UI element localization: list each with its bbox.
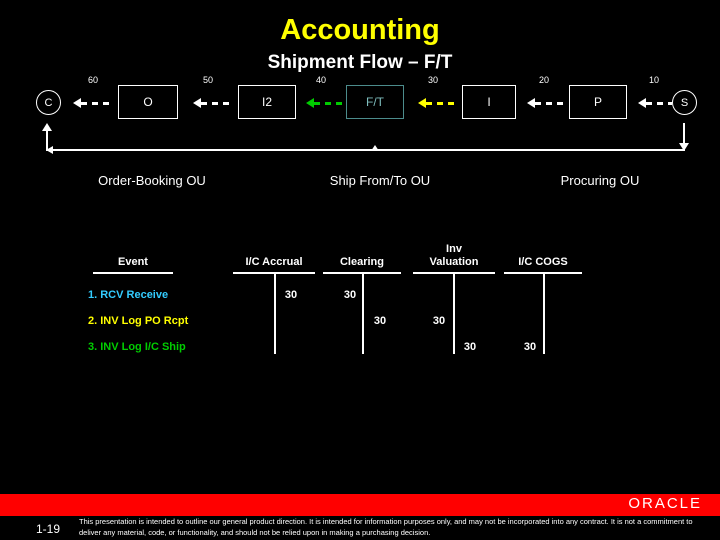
ledger-column-header-inv-valuation: Inv Valuation xyxy=(413,243,495,269)
flow-arrow-label-20: 20 xyxy=(538,75,549,85)
ledger-amount-r2-inv-valuation-debit: 30 xyxy=(432,315,446,327)
ledger-column-header-event: Event xyxy=(118,256,148,268)
flow-node-p-label: P xyxy=(593,95,602,109)
disclaimer-text: This presentation is intended to outline… xyxy=(79,517,693,537)
flow-arrow-40 xyxy=(306,98,346,108)
arrow-dash-40 xyxy=(314,102,346,105)
ou-label-ship-from-to: Ship From/To OU xyxy=(329,173,431,188)
bracket-span-left-arrowhead xyxy=(46,146,53,154)
arrow-head-10 xyxy=(638,98,646,108)
ledger-rule-event xyxy=(93,272,173,274)
slide-subtitle: Shipment Flow – F/T xyxy=(267,52,453,73)
flow-node-o-label: O xyxy=(143,95,153,109)
bracket-left-arrowhead xyxy=(42,123,52,131)
flow-node-c: C xyxy=(36,90,61,115)
arrow-head-50 xyxy=(193,98,201,108)
slide-title: Accounting xyxy=(280,14,440,46)
flow-arrow-60 xyxy=(73,98,113,108)
arrow-head-60 xyxy=(73,98,81,108)
flow-node-o: O xyxy=(118,85,178,119)
flow-node-i2-label: I2 xyxy=(261,95,272,109)
ledger-vline-ic-cogs xyxy=(543,272,545,354)
arrow-dash-30 xyxy=(426,102,458,105)
flow-node-i: I xyxy=(462,85,516,119)
ledger-column-header-clearing: Clearing xyxy=(339,256,384,268)
flow-node-ft-label: F/T xyxy=(366,95,384,109)
ledger-row-event-2: 2. INV Log PO Rcpt xyxy=(88,315,189,327)
arrow-head-20 xyxy=(527,98,535,108)
ledger-amount-r3-ic-cogs-debit: 30 xyxy=(523,341,537,353)
ledger-vline-accrual xyxy=(274,272,276,354)
flow-node-p: P xyxy=(569,85,627,119)
ledger-vline-clearing xyxy=(362,272,364,354)
ledger-vline-inv-valuation xyxy=(453,272,455,354)
inv-valuation-line2: Valuation xyxy=(429,256,479,268)
flow-node-ft: F/T xyxy=(346,85,404,119)
flow-arrow-label-50: 50 xyxy=(202,75,213,85)
ledger-row-event-3: 3. INV Log I/C Ship xyxy=(88,341,186,353)
arrow-dash-60 xyxy=(81,102,113,105)
flow-node-s-label: S xyxy=(680,96,689,109)
ledger-column-header-ic-cogs: I/C COGS xyxy=(518,256,568,268)
inv-valuation-line1: Inv xyxy=(446,243,462,255)
arrow-head-30 xyxy=(418,98,426,108)
ledger-row-event-1: 1. RCV Receive xyxy=(88,289,169,301)
ledger-amount-r3-inv-valuation-credit: 30 xyxy=(463,341,477,353)
arrow-head-40 xyxy=(306,98,314,108)
flow-arrow-10 xyxy=(638,98,672,108)
bracket-midpoint-tick xyxy=(371,145,379,151)
ou-label-procuring: Procuring OU xyxy=(560,173,640,188)
ledger-column-header-accrual: I/C Accrual xyxy=(245,256,303,268)
flow-node-c-label: C xyxy=(44,96,53,109)
flow-node-s: S xyxy=(672,90,697,115)
ledger-amount-r1-accrual-credit: 30 xyxy=(284,289,298,301)
flow-node-i2: I2 xyxy=(238,85,296,119)
arrow-dash-10 xyxy=(646,102,672,105)
flow-arrow-label-10: 10 xyxy=(648,75,659,85)
ledger-amount-r1-clearing-debit: 30 xyxy=(343,289,357,301)
flow-arrow-label-30: 30 xyxy=(427,75,438,85)
footer-bar xyxy=(0,494,720,516)
ou-label-order-booking: Order-Booking OU xyxy=(98,173,206,188)
page-number: 1-19 xyxy=(36,522,61,536)
bracket-right-riser xyxy=(683,123,685,145)
oracle-logo: ORACLE xyxy=(628,495,702,512)
arrow-dash-20 xyxy=(535,102,567,105)
ledger-amount-r2-clearing-credit: 30 xyxy=(373,315,387,327)
flow-arrow-label-60: 60 xyxy=(87,75,98,85)
flow-arrow-label-40: 40 xyxy=(315,75,326,85)
bracket-span-line xyxy=(46,149,685,151)
flow-arrow-50 xyxy=(193,98,233,108)
flow-node-i-label: I xyxy=(487,95,491,109)
arrow-dash-50 xyxy=(201,102,233,105)
slide-canvas: Accounting Shipment Flow – F/T C 60 O 50… xyxy=(0,0,720,540)
flow-arrow-20 xyxy=(527,98,567,108)
flow-arrow-30 xyxy=(418,98,458,108)
